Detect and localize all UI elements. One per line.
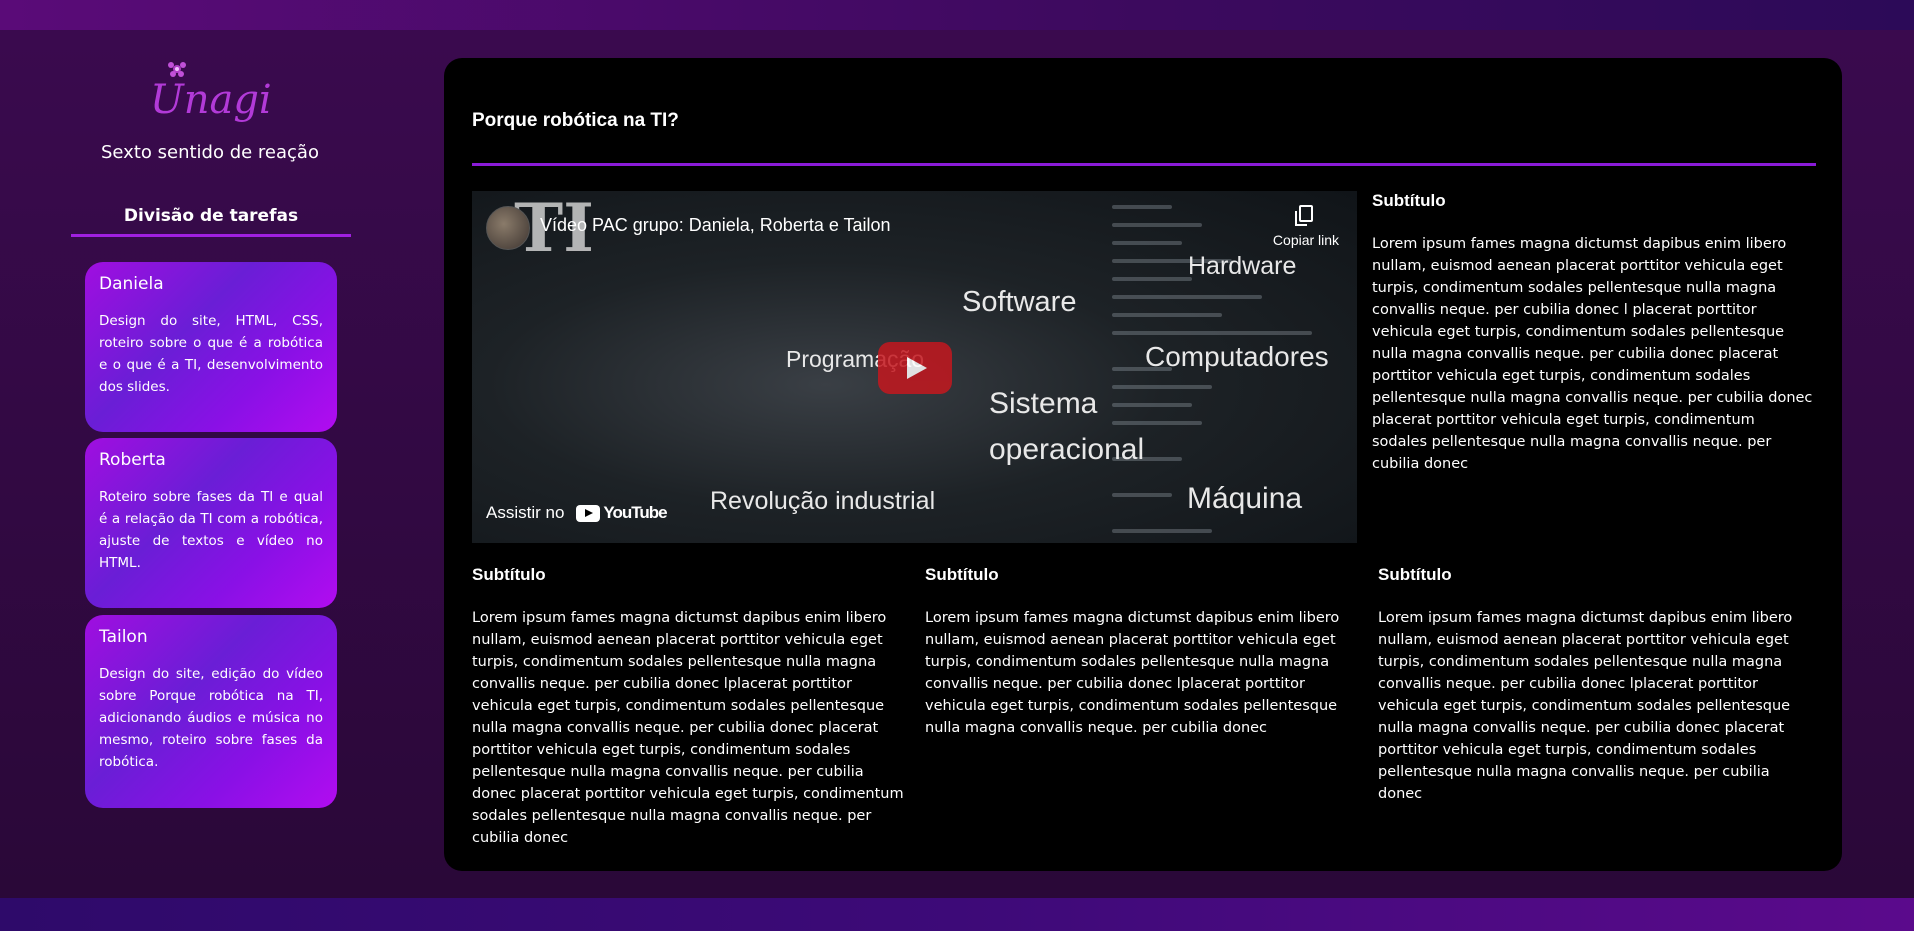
section-subtitle: Subtítulo [1378, 565, 1452, 584]
video-word-maquina: Máquina [1187, 482, 1303, 515]
video-word-operacional: operacional [989, 433, 1145, 466]
member-name: Daniela [99, 274, 164, 294]
youtube-logo-text: YouTube [603, 503, 667, 522]
play-button[interactable] [878, 342, 952, 394]
member-card-daniela: Daniela Design do site, HTML, CSS, rotei… [85, 262, 337, 432]
watch-on-youtube-link[interactable]: Assistir no YouTube [486, 503, 668, 523]
member-card-tailon: Tailon Design do site, edição do vídeo s… [85, 615, 337, 808]
main-panel: Porque robótica na TI? TI Vídeo PAC grup… [444, 58, 1842, 871]
copy-link-label: Copiar link [1272, 232, 1340, 248]
section-subtitle: Subtítulo [472, 565, 546, 584]
member-task: Design do site, HTML, CSS, roteiro sobre… [99, 313, 323, 395]
section-subtitle: Subtítulo [925, 565, 999, 584]
video-word-software: Software [962, 286, 1077, 318]
tasks-section-title: Divisão de tarefas [123, 206, 299, 226]
section-text: Lorem ipsum fames magna dictumst dapibus… [1378, 610, 1793, 802]
tasks-underline [71, 234, 351, 237]
video-player[interactable]: TI Vídeo PAC grupo: Daniela, Roberta e T… [472, 191, 1357, 543]
tagline: Sexto sentido de reação [101, 142, 319, 163]
member-card-roberta: Roberta Roteiro sobre fases da TI e qual… [85, 438, 337, 608]
youtube-logo: YouTube [576, 503, 668, 523]
youtube-play-icon [576, 504, 601, 522]
channel-avatar[interactable] [486, 206, 530, 250]
side-section-text: Lorem ipsum fames magna dictumst dapibus… [1372, 236, 1813, 472]
title-divider [472, 163, 1816, 166]
sidebar: Unagi Sexto sentido de reação Divisão de… [0, 30, 420, 898]
page-title: Porque robótica na TI? [472, 110, 679, 131]
video-word-sistema: Sistema [989, 387, 1098, 420]
member-name: Tailon [99, 627, 148, 647]
section-text: Lorem ipsum fames magna dictumst dapibus… [472, 610, 904, 846]
copy-icon [1295, 205, 1313, 226]
section-text: Lorem ipsum fames magna dictumst dapibus… [925, 610, 1340, 736]
bottom-bar [0, 898, 1914, 931]
member-task: Design do site, edição do vídeo sobre Po… [99, 666, 323, 770]
side-section-subtitle: Subtítulo [1372, 191, 1446, 210]
copy-link-button[interactable]: Copiar link [1258, 205, 1354, 248]
member-name: Roberta [99, 450, 166, 470]
member-task: Roteiro sobre fases da TI e qual é a rel… [99, 489, 323, 571]
logo-text: Unagi [150, 77, 272, 123]
unagi-logo: Unagi [150, 62, 272, 123]
video-word-revolucao: Revolução industrial [710, 487, 936, 515]
video-title[interactable]: Vídeo PAC grupo: Daniela, Roberta e Tail… [540, 215, 891, 236]
video-word-hardware: Hardware [1188, 252, 1297, 280]
video-word-computadores: Computadores [1145, 341, 1329, 372]
flower-icon [168, 62, 186, 77]
top-bar [0, 0, 1914, 30]
watch-on-label: Assistir no [486, 503, 565, 522]
